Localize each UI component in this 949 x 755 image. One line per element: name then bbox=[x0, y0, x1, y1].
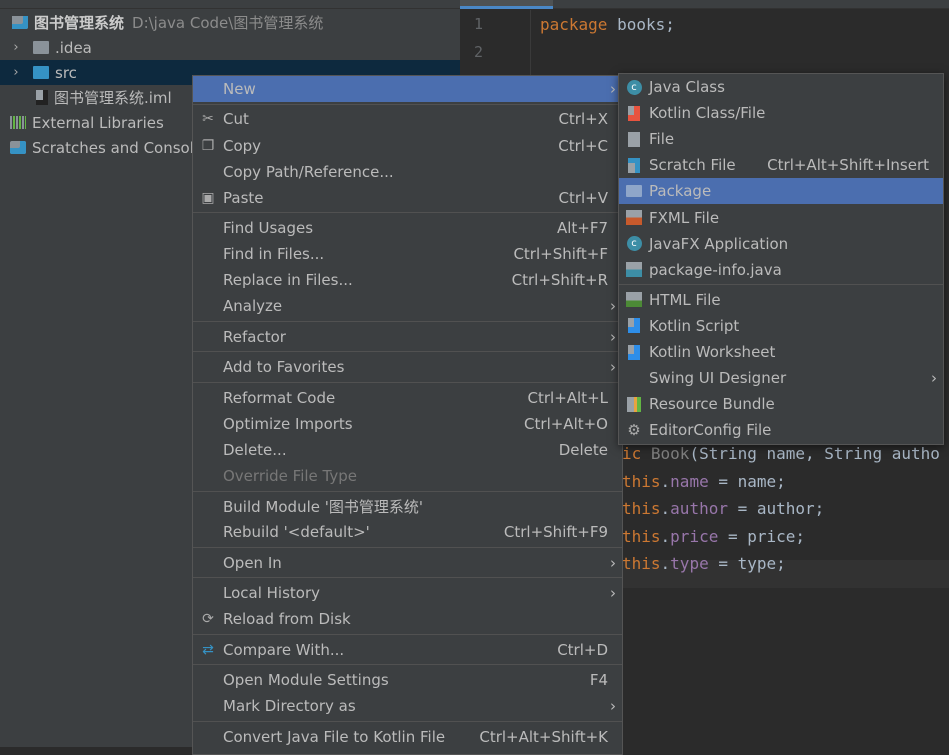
source-folder-icon bbox=[33, 66, 49, 79]
resource-bundle-icon bbox=[625, 395, 643, 413]
menu-item-find-usages[interactable]: Find Usages Alt+F7 bbox=[193, 215, 622, 241]
menu-item-scratch-file[interactable]: Scratch File Ctrl+Alt+Shift+Insert bbox=[619, 152, 943, 178]
menu-item-find-in-files[interactable]: Find in Files... Ctrl+Shift+F bbox=[193, 241, 622, 267]
java-class-icon: c bbox=[625, 78, 643, 96]
menu-item-convert-java-file-to-kotlin-file[interactable]: Convert Java File to Kotlin File Ctrl+Alt… bbox=[193, 724, 622, 750]
menu-separator bbox=[193, 490, 622, 492]
menu-item-kotlin-class-file[interactable]: Kotlin Class/File bbox=[619, 100, 943, 126]
menu-separator bbox=[193, 103, 622, 105]
package-icon bbox=[625, 182, 643, 200]
clipboard-icon: ▣ bbox=[201, 189, 215, 206]
chevron-right-icon: › bbox=[610, 80, 616, 98]
chevron-right-icon: › bbox=[610, 584, 616, 603]
reload-icon: ⟳ bbox=[202, 611, 214, 628]
code-line: this.author = author; bbox=[622, 499, 825, 518]
menu-item-override-file-type[interactable]: Override File Type bbox=[193, 463, 622, 489]
chevron-right-icon[interactable]: › bbox=[9, 40, 23, 55]
menu-item-html-file[interactable]: HTML File bbox=[619, 287, 943, 313]
module-folder-icon bbox=[12, 16, 28, 29]
menu-separator bbox=[193, 212, 622, 214]
menu-separator bbox=[193, 321, 622, 322]
code-line: this.price = price; bbox=[622, 527, 806, 546]
menu-item-package-info-java[interactable]: package-info.java bbox=[619, 257, 943, 283]
tree-item[interactable]: › .idea bbox=[0, 35, 460, 60]
menu-item-rebuild-default[interactable]: Rebuild '<default>' Ctrl+Shift+F9 bbox=[193, 519, 622, 545]
chevron-right-icon[interactable]: › bbox=[9, 65, 23, 80]
compare-icon: ⇄ bbox=[202, 641, 214, 658]
html-file-icon bbox=[625, 291, 643, 309]
menu-item-package[interactable]: Package bbox=[619, 178, 943, 205]
kotlin-worksheet-icon bbox=[625, 343, 643, 361]
javafx-class-icon: c bbox=[625, 235, 643, 253]
menu-separator bbox=[193, 381, 622, 383]
code-line: ic Book(String name, String autho bbox=[622, 444, 940, 463]
menu-item-optimize-imports[interactable]: Optimize Imports Ctrl+Alt+O bbox=[193, 411, 622, 437]
kotlin-file-icon bbox=[625, 104, 643, 122]
gear-icon: ⚙ bbox=[627, 421, 641, 440]
scratches-icon bbox=[10, 141, 26, 154]
menu-item-build-module[interactable]: Build Module '图书管理系统' bbox=[193, 493, 622, 519]
menu-item-editorconfig-file[interactable]: ⚙ EditorConfig File bbox=[619, 417, 943, 443]
chevron-right-icon: › bbox=[931, 369, 937, 388]
new-submenu: c Java Class Kotlin Class/File File Scratch … bbox=[618, 73, 944, 445]
code-line: this.name = name; bbox=[622, 472, 786, 491]
kotlin-script-icon bbox=[625, 317, 643, 335]
menu-item-replace-in-files[interactable]: Replace in Files... Ctrl+Shift+R bbox=[193, 267, 622, 293]
libraries-icon bbox=[10, 116, 26, 129]
chevron-right-icon: › bbox=[610, 297, 616, 316]
package-info-icon bbox=[625, 261, 643, 279]
menu-item-resource-bundle[interactable]: Resource Bundle bbox=[619, 391, 943, 417]
menu-item-refactor[interactable]: Refactor › bbox=[193, 324, 622, 350]
menu-item-open-in[interactable]: Open In › bbox=[193, 550, 622, 576]
menu-item-new[interactable]: New › bbox=[193, 76, 622, 102]
code-line: this.type = type; bbox=[622, 554, 786, 573]
editor-tab[interactable] bbox=[460, 0, 553, 9]
menu-separator bbox=[193, 351, 622, 353]
menu-item-compare-with[interactable]: ⇄ Compare With... Ctrl+D bbox=[193, 637, 622, 663]
scissors-icon: ✂ bbox=[202, 111, 214, 128]
menu-item-copy-path-reference[interactable]: Copy Path/Reference... bbox=[193, 159, 622, 185]
menu-item-reformat-code[interactable]: Reformat Code Ctrl+Alt+L bbox=[193, 385, 622, 411]
folder-icon bbox=[33, 41, 49, 54]
menu-separator bbox=[193, 664, 622, 666]
menu-separator bbox=[193, 633, 622, 635]
menu-item-cut[interactable]: ✂ Cut Ctrl+X bbox=[193, 106, 622, 132]
context-menu: New › ✂ Cut Ctrl+X ❐ Copy Ctrl+C Copy Path/Refer… bbox=[192, 75, 623, 755]
menu-item-open-module-settings[interactable]: Open Module Settings F4 bbox=[193, 667, 622, 693]
chevron-right-icon: › bbox=[610, 358, 616, 377]
menu-item-local-history[interactable]: Local History › bbox=[193, 580, 622, 606]
chevron-right-icon: › bbox=[610, 697, 616, 716]
menu-separator bbox=[193, 547, 622, 548]
menu-separator bbox=[193, 577, 622, 579]
menu-item-add-to-favorites[interactable]: Add to Favorites › bbox=[193, 354, 622, 380]
menu-item-paste[interactable]: ▣ Paste Ctrl+V bbox=[193, 185, 622, 211]
file-icon bbox=[625, 130, 643, 148]
fxml-file-icon bbox=[625, 209, 643, 227]
menu-item-analyze[interactable]: Analyze › bbox=[193, 293, 622, 319]
menu-item-swing-ui-designer[interactable]: Swing UI Designer › bbox=[619, 365, 943, 391]
menu-separator bbox=[193, 720, 622, 722]
copy-icon: ❐ bbox=[201, 137, 215, 154]
menu-item-reload-from-disk[interactable]: ⟳ Reload from Disk bbox=[193, 606, 622, 632]
chevron-right-icon: › bbox=[610, 327, 616, 346]
menu-item-file[interactable]: File bbox=[619, 126, 943, 152]
module-file-icon bbox=[36, 90, 48, 105]
menu-separator bbox=[619, 284, 943, 286]
tree-root[interactable]: 图书管理系统 D:\java Code\图书管理系统 bbox=[0, 10, 460, 35]
menu-item-copy[interactable]: ❐ Copy Ctrl+C bbox=[193, 133, 622, 159]
menu-item-kotlin-script[interactable]: Kotlin Script bbox=[619, 313, 943, 339]
menu-item-kotlin-worksheet[interactable]: Kotlin Worksheet bbox=[619, 339, 943, 365]
menu-item-java-class[interactable]: c Java Class bbox=[619, 74, 943, 100]
menu-item-javafx-application[interactable]: c JavaFX Application bbox=[619, 231, 943, 257]
code-line: package books; bbox=[540, 15, 675, 34]
menu-item-fxml-file[interactable]: FXML File bbox=[619, 205, 943, 231]
chevron-right-icon: › bbox=[610, 553, 616, 572]
scratch-file-icon bbox=[625, 156, 643, 174]
menu-item-mark-directory-as[interactable]: Mark Directory as › bbox=[193, 693, 622, 719]
menu-item-delete[interactable]: Delete... Delete bbox=[193, 437, 622, 463]
